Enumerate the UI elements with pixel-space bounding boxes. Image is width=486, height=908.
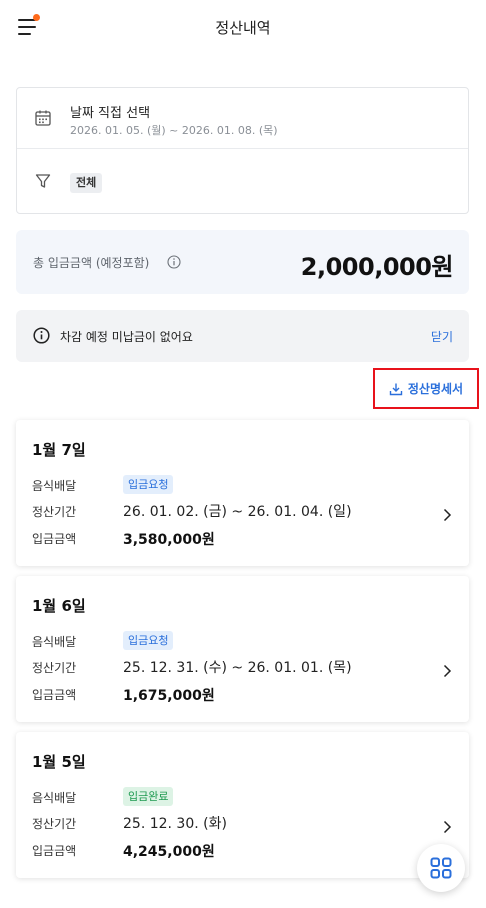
calendar-icon bbox=[35, 110, 51, 126]
service-label: 음식배달 bbox=[32, 791, 77, 805]
amount-label: 입금금액 bbox=[32, 532, 77, 546]
notice-close-button[interactable]: 닫기 bbox=[431, 328, 453, 345]
total-label: 총 입금금액 (예정포함) bbox=[33, 256, 150, 270]
chevron-right-icon bbox=[443, 820, 452, 834]
info-icon bbox=[33, 327, 50, 344]
amount-value: 4,245,000원 bbox=[123, 844, 215, 860]
settlement-card[interactable]: 1월 5일 음식배달 입금완료 정산기간 25. 12. 30. (화) 입금금… bbox=[16, 732, 469, 878]
period-label: 정산기간 bbox=[32, 661, 77, 675]
download-icon bbox=[389, 383, 403, 395]
statement-button-label: 정산명세서 bbox=[407, 382, 464, 396]
header: 정산내역 bbox=[0, 0, 486, 56]
grid-icon bbox=[430, 857, 452, 879]
settlement-card[interactable]: 1월 7일 음식배달 입금요청 정산기간 26. 01. 02. (금) ~ 2… bbox=[16, 420, 469, 566]
filter-box: 날짜 직접 선택 2026. 01. 05. (월) ~ 2026. 01. 0… bbox=[16, 87, 469, 214]
period-label: 정산기간 bbox=[32, 505, 77, 519]
chevron-right-icon bbox=[443, 664, 452, 678]
notice-banner: 차감 예정 미납금이 없어요 닫기 bbox=[16, 310, 469, 362]
period-value: 25. 12. 30. (화) bbox=[123, 816, 227, 832]
notice-text: 차감 예정 미납금이 없어요 bbox=[60, 330, 193, 344]
status-badge: 입금요청 bbox=[123, 475, 174, 494]
card-date: 1월 5일 bbox=[32, 753, 86, 771]
page-title: 정산내역 bbox=[215, 19, 271, 37]
status-badge: 입금요청 bbox=[123, 631, 174, 650]
amount-label: 입금금액 bbox=[32, 688, 77, 702]
settlement-card[interactable]: 1월 6일 음식배달 입금요청 정산기간 25. 12. 31. (수) ~ 2… bbox=[16, 576, 469, 722]
total-summary: 총 입금금액 (예정포함) 2,000,000원 bbox=[16, 230, 469, 294]
amount-value: 1,675,000원 bbox=[123, 688, 215, 704]
status-badge: 입금완료 bbox=[123, 787, 174, 806]
date-range-text: 2026. 01. 05. (월) ~ 2026. 01. 08. (목) bbox=[70, 124, 278, 137]
amount-label: 입금금액 bbox=[32, 844, 77, 858]
chevron-right-icon bbox=[443, 508, 452, 522]
amount-value: 3,580,000원 bbox=[123, 532, 215, 548]
type-filter-chip: 전체 bbox=[70, 173, 103, 193]
card-date: 1월 6일 bbox=[32, 597, 86, 615]
period-label: 정산기간 bbox=[32, 817, 77, 831]
type-filter[interactable]: 전체 bbox=[17, 149, 468, 214]
total-amount: 2,000,000원 bbox=[300, 253, 454, 281]
statement-download-button[interactable]: 정산명세서 bbox=[373, 368, 479, 409]
period-value: 25. 12. 31. (수) ~ 26. 01. 01. (목) bbox=[123, 660, 352, 676]
date-range-selector[interactable]: 날짜 직접 선택 2026. 01. 05. (월) ~ 2026. 01. 0… bbox=[17, 88, 468, 149]
service-label: 음식배달 bbox=[32, 635, 77, 649]
filter-icon bbox=[35, 174, 51, 188]
period-value: 26. 01. 02. (금) ~ 26. 01. 04. (일) bbox=[123, 504, 352, 520]
date-selector-title: 날짜 직접 선택 bbox=[70, 106, 151, 121]
card-date: 1월 7일 bbox=[32, 441, 86, 459]
info-icon[interactable] bbox=[167, 255, 181, 269]
service-label: 음식배달 bbox=[32, 479, 77, 493]
grid-menu-button[interactable] bbox=[417, 844, 465, 892]
